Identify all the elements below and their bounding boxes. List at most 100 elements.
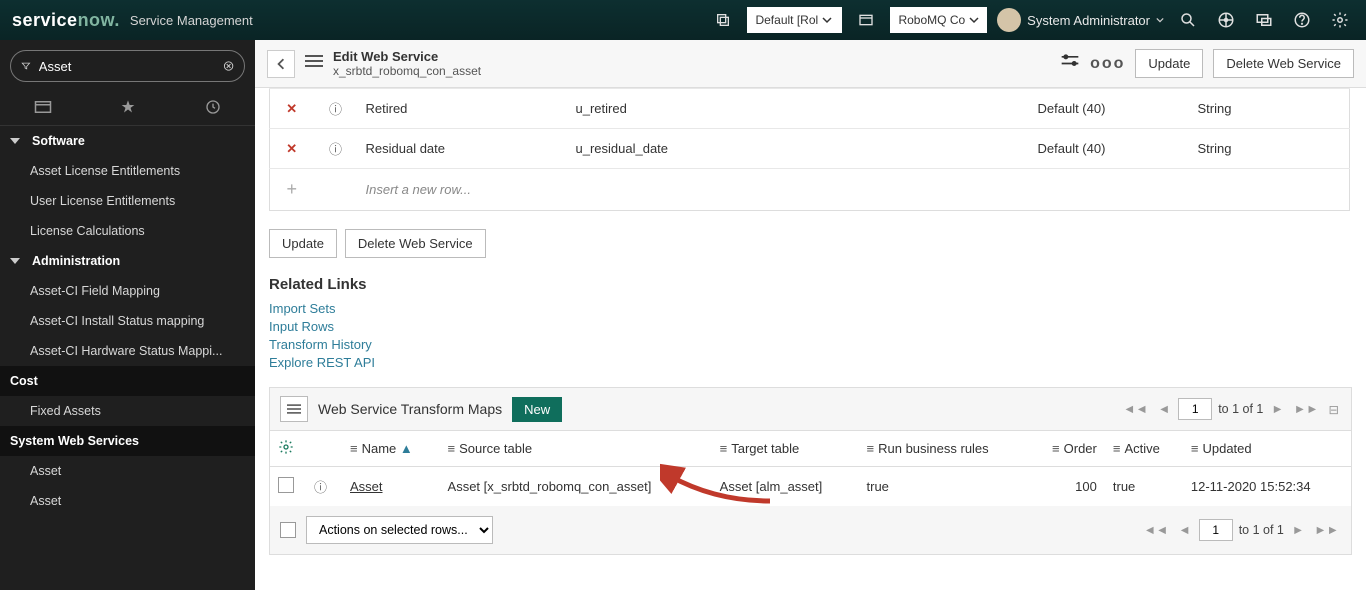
col-order[interactable]: ≡Order bbox=[1030, 431, 1105, 467]
top-banner: servicenow. Service Management Default [… bbox=[0, 0, 1366, 40]
tab-history[interactable] bbox=[170, 88, 255, 125]
info-icon[interactable]: ⓘ bbox=[329, 142, 342, 157]
nav-item[interactable]: Administration bbox=[0, 246, 255, 276]
search-icon[interactable] bbox=[1174, 6, 1202, 34]
related-links-heading: Related Links bbox=[269, 276, 1352, 293]
first-page-icon[interactable]: ◄◄ bbox=[1142, 523, 1171, 537]
pager-top: ◄◄ ◄ to 1 of 1 ► ►► ⊟ bbox=[1121, 398, 1341, 420]
nav-item[interactable]: Fixed Assets bbox=[0, 396, 255, 426]
related-link[interactable]: Input Rows bbox=[269, 319, 1352, 334]
help-icon[interactable] bbox=[1288, 6, 1316, 34]
personalize-icon[interactable] bbox=[278, 443, 294, 458]
last-page-icon[interactable]: ►► bbox=[1312, 523, 1341, 537]
filter-toggle-icon[interactable] bbox=[1060, 53, 1080, 74]
field-row[interactable]: ✕ⓘResidual dateu_residual_dateDefault (4… bbox=[270, 129, 1350, 169]
nav-item[interactable]: Asset-CI Hardware Status Mappi... bbox=[0, 336, 255, 366]
nav-item[interactable]: Asset bbox=[0, 456, 255, 486]
new-button[interactable]: New bbox=[512, 397, 562, 422]
col-name[interactable]: ≡Name ▲ bbox=[342, 431, 440, 467]
nav-item[interactable]: Asset-CI Field Mapping bbox=[0, 276, 255, 306]
page-input[interactable] bbox=[1178, 398, 1212, 420]
select-all-checkbox[interactable] bbox=[280, 522, 296, 538]
row-checkbox[interactable] bbox=[278, 477, 294, 493]
first-page-icon[interactable]: ◄◄ bbox=[1121, 402, 1150, 416]
form-subtitle: x_srbtd_robomq_con_asset bbox=[333, 64, 481, 78]
insert-row[interactable]: + Insert a new row... bbox=[270, 169, 1350, 211]
info-icon[interactable]: ⓘ bbox=[314, 480, 327, 495]
field-row[interactable]: ✕ⓘRetiredu_retiredDefault (40)String bbox=[270, 89, 1350, 129]
info-icon[interactable]: ⓘ bbox=[329, 102, 342, 117]
next-page-icon[interactable]: ► bbox=[1290, 523, 1306, 537]
col-updated[interactable]: ≡Updated bbox=[1183, 431, 1351, 467]
nav-item[interactable]: Cost bbox=[0, 366, 255, 396]
transform-maps-table: ≡Name ▲ ≡Source table ≡Target table ≡Run… bbox=[270, 431, 1351, 506]
form-header: Edit Web Service x_srbtd_robomq_con_asse… bbox=[255, 40, 1366, 88]
more-icon[interactable]: ooo bbox=[1090, 55, 1125, 73]
row-active: true bbox=[1105, 467, 1183, 507]
related-link[interactable]: Explore REST API bbox=[269, 355, 1352, 370]
row-rules: true bbox=[859, 467, 1030, 507]
form-title: Edit Web Service bbox=[333, 49, 481, 65]
row-updated: 12-11-2020 15:52:34 bbox=[1183, 467, 1351, 507]
form-menu-icon[interactable] bbox=[305, 54, 323, 73]
list-collapse-icon[interactable]: ⊟ bbox=[1327, 402, 1341, 417]
nav-item[interactable]: Asset-CI Install Status mapping bbox=[0, 306, 255, 336]
tab-favorites[interactable] bbox=[85, 88, 170, 125]
banner-title: Service Management bbox=[130, 13, 253, 28]
page-range-2: to 1 of 1 bbox=[1239, 523, 1284, 537]
app-scope-picker[interactable]: RoboMQ Co bbox=[890, 7, 987, 33]
actions-select[interactable]: Actions on selected rows... bbox=[306, 516, 493, 544]
nav-item[interactable]: System Web Services bbox=[0, 426, 255, 456]
delete-button[interactable]: Delete Web Service bbox=[1213, 49, 1354, 78]
connect-icon[interactable] bbox=[1212, 6, 1240, 34]
list-title: Web Service Transform Maps bbox=[318, 401, 502, 417]
update-set-picker[interactable]: Default [Rol bbox=[747, 7, 842, 33]
last-page-icon[interactable]: ►► bbox=[1292, 402, 1321, 416]
col-target[interactable]: ≡Target table bbox=[712, 431, 859, 467]
col-active[interactable]: ≡Active bbox=[1105, 431, 1183, 467]
delete-button-2[interactable]: Delete Web Service bbox=[345, 229, 486, 258]
tab-all-apps[interactable] bbox=[0, 88, 85, 125]
page-range: to 1 of 1 bbox=[1218, 402, 1263, 416]
avatar bbox=[997, 8, 1021, 32]
col-rules[interactable]: ≡Run business rules bbox=[859, 431, 1030, 467]
remove-icon[interactable]: ✕ bbox=[286, 101, 297, 116]
row-name-link[interactable]: Asset bbox=[350, 479, 383, 494]
nav-item[interactable]: User License Entitlements bbox=[0, 186, 255, 216]
prev-page-icon[interactable]: ◄ bbox=[1156, 402, 1172, 416]
prev-page-icon[interactable]: ◄ bbox=[1176, 523, 1192, 537]
nav-item[interactable]: Asset License Entitlements bbox=[0, 156, 255, 186]
list-menu-icon[interactable] bbox=[280, 396, 308, 422]
row-order: 100 bbox=[1030, 467, 1105, 507]
user-menu[interactable]: System Administrator bbox=[997, 8, 1164, 32]
next-page-icon[interactable]: ► bbox=[1269, 402, 1285, 416]
back-button[interactable] bbox=[267, 50, 295, 78]
row-target: Asset [alm_asset] bbox=[712, 467, 859, 507]
nav-filter-input[interactable] bbox=[39, 59, 215, 74]
related-link[interactable]: Import Sets bbox=[269, 301, 1352, 316]
related-link[interactable]: Transform History bbox=[269, 337, 1352, 352]
app-scope-icon[interactable] bbox=[852, 6, 880, 34]
update-button-2[interactable]: Update bbox=[269, 229, 337, 258]
logo[interactable]: servicenow. bbox=[12, 10, 120, 31]
col-source[interactable]: ≡Source table bbox=[440, 431, 712, 467]
update-set-icon[interactable] bbox=[709, 6, 737, 34]
nav-item[interactable]: License Calculations bbox=[0, 216, 255, 246]
fields-table: ✕ⓘRetiredu_retiredDefault (40)String✕ⓘRe… bbox=[269, 88, 1350, 211]
content-area: Edit Web Service x_srbtd_robomq_con_asse… bbox=[255, 40, 1366, 590]
chat-icon[interactable] bbox=[1250, 6, 1278, 34]
clear-icon[interactable] bbox=[223, 58, 234, 74]
nav-item[interactable]: Asset bbox=[0, 486, 255, 516]
nav-tree[interactable]: SoftwareAsset License EntitlementsUser L… bbox=[0, 126, 255, 590]
nav-item[interactable]: Software bbox=[0, 126, 255, 156]
pager-bottom: ◄◄ ◄ to 1 of 1 ► ►► bbox=[1142, 519, 1341, 541]
nav-filter[interactable] bbox=[10, 50, 245, 82]
gear-icon[interactable] bbox=[1326, 6, 1354, 34]
sidebar: SoftwareAsset License EntitlementsUser L… bbox=[0, 40, 255, 590]
update-button[interactable]: Update bbox=[1135, 49, 1203, 78]
row-source: Asset [x_srbtd_robomq_con_asset] bbox=[440, 467, 712, 507]
remove-icon[interactable]: ✕ bbox=[286, 141, 297, 156]
table-row[interactable]: ⓘ Asset Asset [x_srbtd_robomq_con_asset]… bbox=[270, 467, 1351, 507]
page-input-2[interactable] bbox=[1199, 519, 1233, 541]
related-links: Related Links Import Sets Input Rows Trans… bbox=[255, 276, 1366, 387]
